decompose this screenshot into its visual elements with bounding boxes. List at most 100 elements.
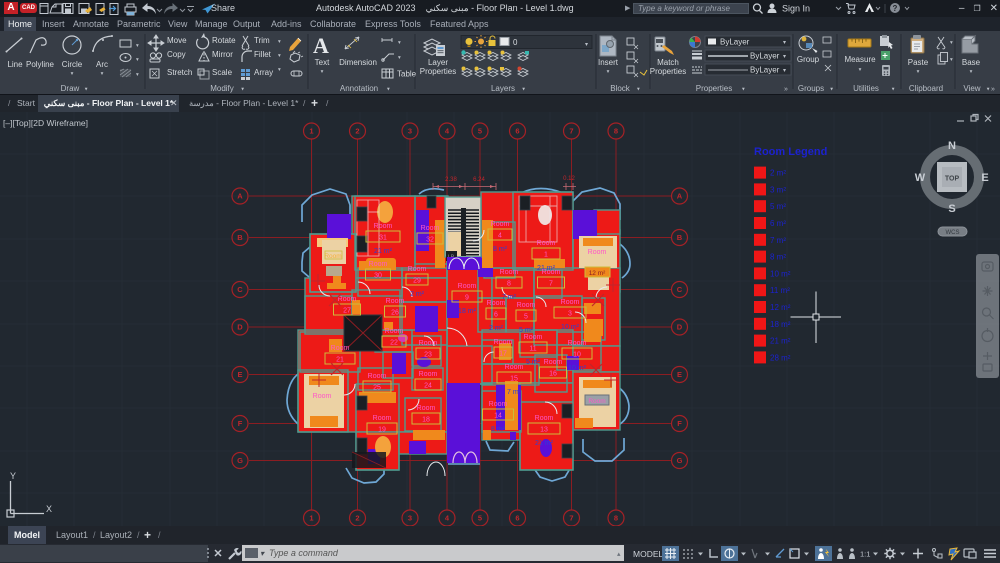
svg-text:▾: ▾ <box>742 87 745 93</box>
svg-text:ByLayer: ByLayer <box>750 66 780 75</box>
svg-text:14: 14 <box>494 413 502 420</box>
svg-text:D: D <box>677 323 683 332</box>
svg-text:1: 1 <box>309 514 313 523</box>
svg-text:Room: Room <box>385 328 404 335</box>
svg-text:26: 26 <box>391 310 399 317</box>
svg-text:28 m²: 28 m² <box>770 353 791 362</box>
svg-text:27: 27 <box>343 308 351 315</box>
svg-text:10 m²: 10 m² <box>561 324 580 331</box>
svg-text:F: F <box>677 419 682 428</box>
svg-text:Room: Room <box>419 371 438 378</box>
svg-text:Room: Room <box>421 225 440 232</box>
svg-text:2.38: 2.38 <box>445 177 457 183</box>
svg-text:E: E <box>677 370 682 379</box>
svg-text:Room: Room <box>487 300 506 307</box>
svg-text:8: 8 <box>614 514 618 523</box>
svg-text:Move: Move <box>167 36 187 45</box>
svg-text:Sign In: Sign In <box>782 4 810 14</box>
svg-text:A: A <box>313 33 329 58</box>
svg-text:▾: ▾ <box>278 39 281 45</box>
svg-text:6: 6 <box>494 312 498 319</box>
svg-text:Room: Room <box>417 405 436 412</box>
svg-text:2 m²: 2 m² <box>489 325 504 332</box>
svg-text:Properties: Properties <box>420 67 456 76</box>
svg-text:Room: Room <box>494 339 513 346</box>
svg-text:6: 6 <box>515 514 519 523</box>
svg-text:Layer: Layer <box>428 58 448 67</box>
svg-text:A: A <box>237 192 243 201</box>
svg-text:Circle: Circle <box>62 60 83 69</box>
svg-text:Draw: Draw <box>61 84 80 93</box>
svg-text:8: 8 <box>507 281 511 288</box>
svg-text:18 m²: 18 m² <box>458 308 477 315</box>
svg-text:6: 6 <box>515 127 519 136</box>
svg-text:Room: Room <box>524 334 543 341</box>
svg-text:Table: Table <box>397 70 417 79</box>
svg-text:10 m²: 10 m² <box>568 365 587 372</box>
svg-text:Utilities: Utilities <box>853 84 879 93</box>
svg-text:10: 10 <box>573 352 581 359</box>
svg-text:Insert: Insert <box>598 58 619 67</box>
svg-text:▾: ▾ <box>278 53 281 59</box>
svg-text:Room: Room <box>408 266 427 273</box>
svg-text:12 m²: 12 m² <box>770 303 791 312</box>
svg-text:Room: Room <box>568 340 587 347</box>
svg-text:E: E <box>237 370 242 379</box>
svg-text:6.24: 6.24 <box>473 177 485 183</box>
svg-text:Arc: Arc <box>96 60 108 69</box>
svg-text:▾: ▾ <box>637 87 640 93</box>
svg-text:▾: ▾ <box>101 71 104 77</box>
svg-text:View: View <box>963 84 980 93</box>
svg-text:Modify: Modify <box>210 84 234 93</box>
svg-text:10 m²: 10 m² <box>770 269 791 278</box>
svg-text:W: W <box>915 172 926 184</box>
svg-text:9: 9 <box>465 295 469 302</box>
svg-text:Room: Room <box>588 398 605 405</box>
svg-text:16: 16 <box>549 371 557 378</box>
svg-text:▾: ▾ <box>859 67 862 73</box>
svg-text:8 m²: 8 m² <box>493 246 508 253</box>
svg-text:21 m²: 21 m² <box>374 248 393 255</box>
svg-text:Room: Room <box>588 249 607 256</box>
svg-text:Group: Group <box>797 55 820 64</box>
svg-text:Match: Match <box>657 58 679 67</box>
svg-text:▾: ▾ <box>136 72 139 78</box>
svg-text:8: 8 <box>614 127 618 136</box>
svg-text:0: 0 <box>513 38 518 47</box>
svg-text:5: 5 <box>478 127 482 136</box>
svg-text:Room: Room <box>419 340 438 347</box>
svg-text:▾: ▾ <box>950 40 953 46</box>
svg-text:7 m²: 7 m² <box>507 389 522 396</box>
svg-text:▾: ▾ <box>783 68 786 74</box>
svg-text:Room: Room <box>537 240 556 247</box>
svg-text:B: B <box>237 233 243 242</box>
svg-text:0.12: 0.12 <box>563 176 575 182</box>
svg-text:▾: ▾ <box>321 69 324 75</box>
svg-text:2 m²: 2 m² <box>770 169 786 178</box>
svg-text:▾: ▾ <box>585 42 588 48</box>
svg-text:▾: ▾ <box>987 87 990 93</box>
svg-text:7: 7 <box>569 514 573 523</box>
svg-text:▾: ▾ <box>970 69 973 75</box>
svg-text:13: 13 <box>540 427 548 434</box>
svg-text:▾: ▾ <box>136 43 139 49</box>
svg-text:»: » <box>784 86 788 93</box>
svg-text:Room: Room <box>500 269 519 276</box>
svg-text:Room: Room <box>313 393 332 400</box>
svg-text:▾: ▾ <box>398 40 401 46</box>
svg-text:Room: Room <box>368 373 387 380</box>
svg-text:E: E <box>981 172 988 184</box>
svg-text:5: 5 <box>524 314 528 321</box>
svg-text:Room: Room <box>373 415 392 422</box>
svg-text:21 m²: 21 m² <box>535 440 554 447</box>
svg-text:Room: Room <box>517 302 536 309</box>
svg-text:5 m²: 5 m² <box>519 327 534 334</box>
svg-text:Properties: Properties <box>696 84 732 93</box>
svg-text:4: 4 <box>498 233 502 240</box>
svg-text:24: 24 <box>424 383 432 390</box>
svg-text:5 m²: 5 m² <box>526 359 541 366</box>
svg-text:7: 7 <box>569 127 573 136</box>
svg-text:21 m²: 21 m² <box>770 337 791 346</box>
svg-text:22: 22 <box>390 340 398 347</box>
svg-text:▾: ▾ <box>522 87 525 93</box>
